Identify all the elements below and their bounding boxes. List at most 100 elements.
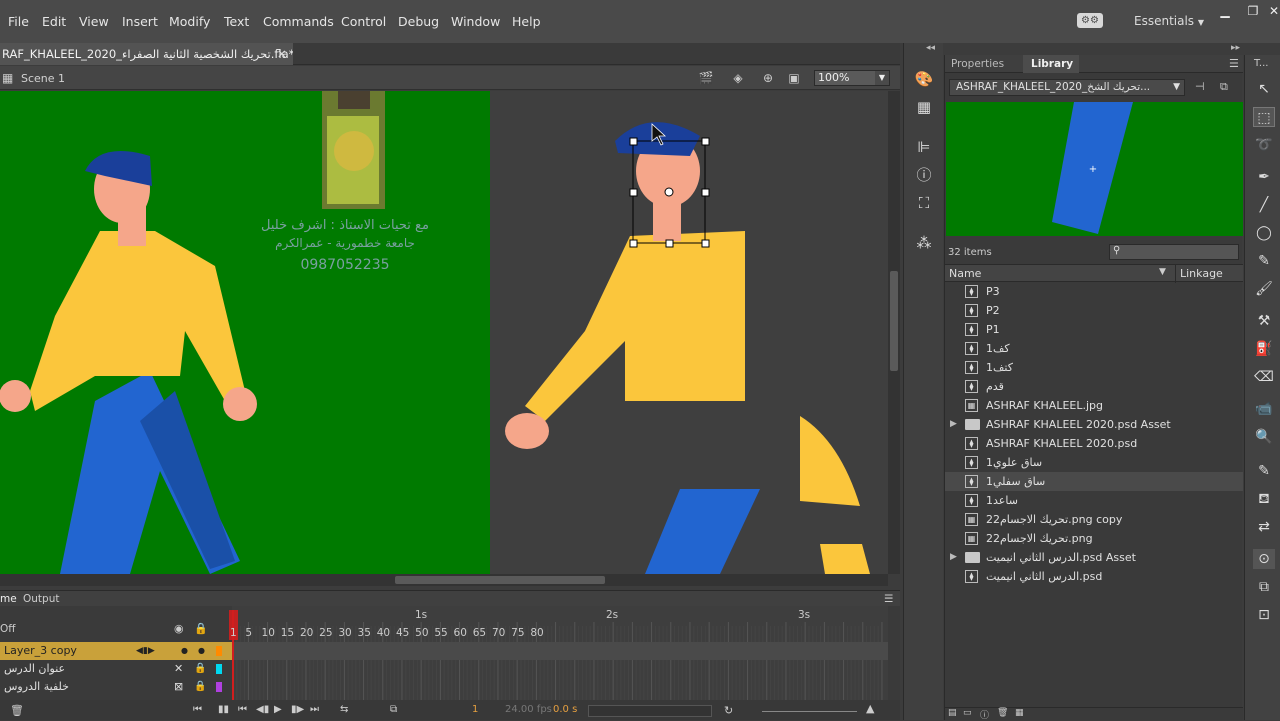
play-icon[interactable]: ▶ (274, 704, 282, 715)
center-frame-icon[interactable]: ↻ (724, 704, 733, 717)
lasso-tool-icon[interactable]: ➰ (1253, 135, 1275, 155)
library-item[interactable]: ⧫ P2 (945, 301, 1243, 320)
library-item[interactable]: ⧫ P3 (945, 282, 1243, 301)
menu-edit[interactable]: Edit (42, 14, 66, 29)
zoom-tool-icon[interactable]: 🔍 (1253, 427, 1275, 447)
eraser-tool-icon[interactable]: ⌫ (1253, 367, 1275, 387)
camera-tool-icon[interactable]: 📹 (1253, 399, 1275, 419)
step-back-icon[interactable]: ◀▮ (256, 704, 269, 715)
zoom-mountain-icon[interactable]: ▲ (866, 702, 874, 715)
delete-layer-icon[interactable]: 🗑 (10, 704, 24, 717)
library-item[interactable]: ⧫ كف1 (945, 339, 1243, 358)
scroll-thumb[interactable] (890, 271, 898, 371)
scroll-thumb[interactable] (395, 576, 605, 584)
frame-rate[interactable]: 24.00 fps (505, 704, 552, 715)
go-first-icon[interactable]: ⏮ (193, 704, 202, 715)
menu-file[interactable]: File (8, 14, 29, 29)
panel-menu-icon[interactable]: ☰ (1229, 57, 1239, 70)
straighten-icon[interactable]: ⊡ (1253, 605, 1275, 625)
onion-skin-icon[interactable]: ⧉ (390, 704, 397, 715)
go-last-icon[interactable]: ⏭ (310, 704, 319, 715)
clip-icon[interactable]: ▣ (786, 71, 802, 85)
loop-icon[interactable]: ⇆ (340, 704, 348, 715)
sync-settings-icon[interactable]: ⚙⚙ (1077, 13, 1103, 28)
maximize-icon[interactable]: ❐ (1245, 5, 1261, 17)
bone-tool-icon[interactable]: ⚒ (1253, 311, 1275, 331)
library-item[interactable]: ⧫ الدرس الثاني انيميت.psd (945, 567, 1243, 586)
pencil-tool-icon[interactable]: ✎ (1253, 251, 1275, 271)
subselection-tool-icon[interactable]: ⬚ (1253, 107, 1275, 127)
library-item[interactable]: ▦ تحريك الاجسام22.png copy (945, 510, 1243, 529)
library-search-input[interactable]: ⚲ (1109, 244, 1239, 260)
properties-icon[interactable]: ⓘ (980, 708, 989, 721)
visibility-dot-icon[interactable]: ● (181, 642, 188, 660)
color-palette-icon[interactable]: 🎨 (914, 69, 934, 89)
menu-control[interactable]: Control (341, 14, 386, 29)
column-name[interactable]: Name (949, 267, 981, 280)
zoom-select[interactable]: 100% ▼ (814, 70, 890, 86)
hidden-icon[interactable]: ✕ (174, 660, 183, 678)
menu-view[interactable]: View (79, 14, 109, 29)
library-item[interactable]: ▦ ASHRAF KHALEEL.jpg (945, 396, 1243, 415)
menu-insert[interactable]: Insert (122, 14, 158, 29)
step-forward-icon[interactable]: ▮▶ (291, 704, 304, 715)
clapper-icon[interactable]: 🎬 (698, 71, 714, 85)
menu-help[interactable]: Help (512, 14, 541, 29)
tab-library[interactable]: Library (1031, 58, 1073, 70)
close-tab-icon[interactable]: ✕ (277, 43, 287, 65)
hidden-icon[interactable]: ⊠ (174, 678, 183, 696)
library-item[interactable]: ⧫ قدم (945, 377, 1243, 396)
smooth-icon[interactable]: ⧉ (1253, 577, 1275, 597)
oval-tool-icon[interactable]: ◯ (1253, 223, 1275, 243)
stage-horizontal-scrollbar[interactable] (0, 574, 888, 586)
library-item[interactable]: ⧫ كتف1 (945, 358, 1243, 377)
expand-folder-icon[interactable]: ▶ (950, 548, 957, 567)
swatches-icon[interactable]: ▦ (914, 97, 934, 117)
workspace-switcher[interactable]: Essentials ▼ (1134, 14, 1204, 28)
frame-zoom-slider[interactable] (762, 711, 857, 712)
layer-color-swatch[interactable] (216, 664, 222, 674)
scene-label[interactable]: Scene 1 (21, 72, 65, 85)
rewind-icon[interactable]: ⏮ (238, 704, 247, 715)
stage-area[interactable]: مع تحيات الاستاذ : اشرف خليل جامعة خطمور… (0, 91, 888, 574)
line-tool-icon[interactable]: ╱ (1253, 195, 1275, 215)
library-item[interactable]: ▶ الدرس الثاني انيميت.psd Asset (945, 548, 1243, 567)
library-item[interactable]: ⧫ ساعد1 (945, 491, 1243, 510)
library-document-select[interactable]: ASHRAF_KHALEEL_2020_تحريك الشخ... ▼ (949, 79, 1185, 96)
layer-color-swatch[interactable] (216, 646, 222, 656)
delete-icon[interactable]: 🗑 (997, 708, 1008, 718)
lock-icon[interactable]: 🔒 (194, 622, 208, 635)
sort-icon[interactable]: ▼ (1159, 267, 1166, 277)
column-linkage[interactable]: Linkage (1180, 267, 1223, 280)
lock-icon[interactable]: 🔒 (194, 660, 206, 678)
tab-output[interactable]: Output (23, 593, 59, 605)
timeline-scrollbar[interactable] (588, 705, 712, 717)
eye-icon[interactable]: ◉ (174, 622, 184, 635)
edit-symbols-icon[interactable]: ◈ (730, 71, 746, 85)
library-item[interactable]: ▶ ASHRAF KHALEEL 2020.psd Asset (945, 415, 1243, 434)
stage-vertical-scrollbar[interactable] (888, 91, 900, 574)
layer-name[interactable]: عنوان الدرس (4, 660, 65, 678)
swap-colors-icon[interactable]: ⇄ (1253, 517, 1275, 537)
layer-row[interactable]: Layer_3 copy ◀▮▶ ● ● (0, 642, 232, 660)
library-item[interactable]: ⧫ ساق سفلي1 (945, 472, 1243, 491)
panel-menu-icon[interactable]: ☰ (884, 593, 893, 605)
expand-folder-icon[interactable]: ▶ (950, 415, 957, 434)
new-symbol-icon[interactable]: ▤ (948, 708, 957, 718)
more-icon[interactable]: ▦ (1015, 708, 1024, 718)
info-icon[interactable]: ⓘ (914, 165, 934, 185)
lock-icon[interactable]: 🔒 (194, 678, 206, 696)
menu-window[interactable]: Window (451, 14, 500, 29)
layer-name[interactable]: Layer_3 copy (4, 642, 77, 660)
menu-text[interactable]: Text (224, 14, 249, 29)
stroke-color-icon[interactable]: ✎ (1253, 461, 1275, 481)
library-item[interactable]: ⧫ P1 (945, 320, 1243, 339)
onion-skin-label[interactable]: Off (0, 623, 16, 635)
paint-bucket-icon[interactable]: ⛽ (1253, 339, 1275, 359)
transform-icon[interactable]: ⛶ (914, 193, 934, 213)
layer-row[interactable]: خلفية الدروس ⊠ 🔒 (0, 678, 232, 696)
new-folder-icon[interactable]: ▭ (963, 708, 972, 718)
expand-panels-icon[interactable]: ◂◂ (926, 43, 935, 53)
library-item[interactable]: ▦ تحريك الاجسام22.png (945, 529, 1243, 548)
layer-row[interactable]: عنوان الدرس ✕ 🔒 (0, 660, 232, 678)
